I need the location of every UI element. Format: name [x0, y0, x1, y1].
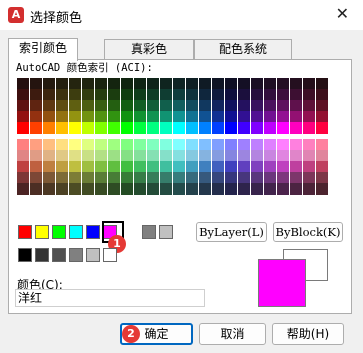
help-button[interactable]: 帮助(H) — [272, 323, 344, 345]
aci-swatch[interactable] — [199, 122, 211, 134]
aci-swatch[interactable] — [277, 122, 289, 134]
aci-swatch[interactable] — [56, 122, 68, 134]
aci-swatch[interactable] — [147, 122, 159, 134]
aci-swatch[interactable] — [316, 122, 328, 134]
aci-swatch[interactable] — [238, 122, 250, 134]
aci-swatch[interactable] — [17, 122, 29, 134]
bylayer-button[interactable]: ByLayer(L) — [196, 222, 267, 242]
gray-color-swatch[interactable] — [86, 248, 100, 262]
aci-swatch[interactable] — [82, 183, 94, 195]
gray-color-swatch[interactable] — [142, 225, 156, 239]
standard-color-swatch[interactable] — [35, 225, 49, 239]
aci-swatch[interactable] — [17, 183, 29, 195]
aci-swatch[interactable] — [69, 183, 81, 195]
aci-swatch[interactable] — [147, 183, 159, 195]
aci-swatch[interactable] — [108, 183, 120, 195]
aci-swatch[interactable] — [303, 183, 315, 195]
standard-color-swatch[interactable] — [52, 225, 66, 239]
autocad-app-icon: A — [8, 7, 24, 23]
step-badge-2: 2 — [122, 325, 140, 343]
window-title: 选择颜色 — [30, 11, 83, 26]
cancel-button[interactable]: 取消 — [199, 323, 266, 345]
aci-swatch[interactable] — [173, 183, 185, 195]
aci-swatch[interactable] — [134, 183, 146, 195]
standard-color-swatch[interactable] — [86, 225, 100, 239]
aci-swatch[interactable] — [251, 122, 263, 134]
aci-swatch[interactable] — [186, 183, 198, 195]
gray-color-swatch[interactable] — [52, 248, 66, 262]
tab-index-color[interactable]: 索引颜色 — [8, 38, 78, 61]
aci-swatch[interactable] — [56, 183, 68, 195]
aci-swatch[interactable] — [290, 122, 302, 134]
aci-label: AutoCAD 颜色索引 (ACI): — [16, 62, 153, 74]
aci-swatch[interactable] — [95, 183, 107, 195]
byblock-button[interactable]: ByBlock(K) — [273, 222, 343, 242]
aci-swatch[interactable] — [69, 122, 81, 134]
aci-swatch[interactable] — [238, 183, 250, 195]
tab-color-books[interactable]: 配色系统 — [194, 39, 292, 60]
aci-swatch[interactable] — [30, 183, 42, 195]
tab-bar: 索引颜色 真彩色 配色系统 — [8, 38, 352, 61]
color-name-input[interactable]: 洋红 — [15, 289, 205, 307]
standard-color-swatch[interactable] — [69, 225, 83, 239]
aci-swatch[interactable] — [160, 183, 172, 195]
aci-swatch[interactable] — [316, 183, 328, 195]
aci-swatch[interactable] — [108, 122, 120, 134]
aci-swatch[interactable] — [251, 183, 263, 195]
aci-swatch[interactable] — [199, 183, 211, 195]
aci-swatch[interactable] — [134, 122, 146, 134]
aci-swatch[interactable] — [290, 183, 302, 195]
aci-swatch[interactable] — [225, 122, 237, 134]
close-icon[interactable]: ✕ — [336, 4, 349, 23]
aci-swatch[interactable] — [121, 122, 133, 134]
aci-swatch[interactable] — [225, 183, 237, 195]
gray-color-swatch[interactable] — [69, 248, 83, 262]
aci-swatch[interactable] — [82, 122, 94, 134]
aci-swatch[interactable] — [160, 122, 172, 134]
new-color-preview — [258, 259, 306, 307]
gray-color-swatch[interactable] — [159, 225, 173, 239]
aci-swatch[interactable] — [212, 122, 224, 134]
aci-swatch[interactable] — [212, 183, 224, 195]
aci-swatch[interactable] — [43, 183, 55, 195]
aci-swatch[interactable] — [264, 122, 276, 134]
aci-swatch[interactable] — [30, 122, 42, 134]
aci-swatch[interactable] — [173, 122, 185, 134]
standard-color-swatch[interactable] — [18, 225, 32, 239]
aci-swatch[interactable] — [95, 122, 107, 134]
gray-color-swatch[interactable] — [35, 248, 49, 262]
gray-color-swatch[interactable] — [18, 248, 32, 262]
aci-swatch[interactable] — [303, 122, 315, 134]
aci-swatch[interactable] — [264, 183, 276, 195]
aci-swatch[interactable] — [186, 122, 198, 134]
tab-true-color[interactable]: 真彩色 — [104, 39, 194, 60]
gray-color-swatch[interactable] — [103, 248, 117, 262]
title-bar: A 选择颜色 ✕ — [0, 0, 363, 30]
aci-swatch[interactable] — [121, 183, 133, 195]
aci-swatch[interactable] — [43, 122, 55, 134]
aci-swatch[interactable] — [277, 183, 289, 195]
